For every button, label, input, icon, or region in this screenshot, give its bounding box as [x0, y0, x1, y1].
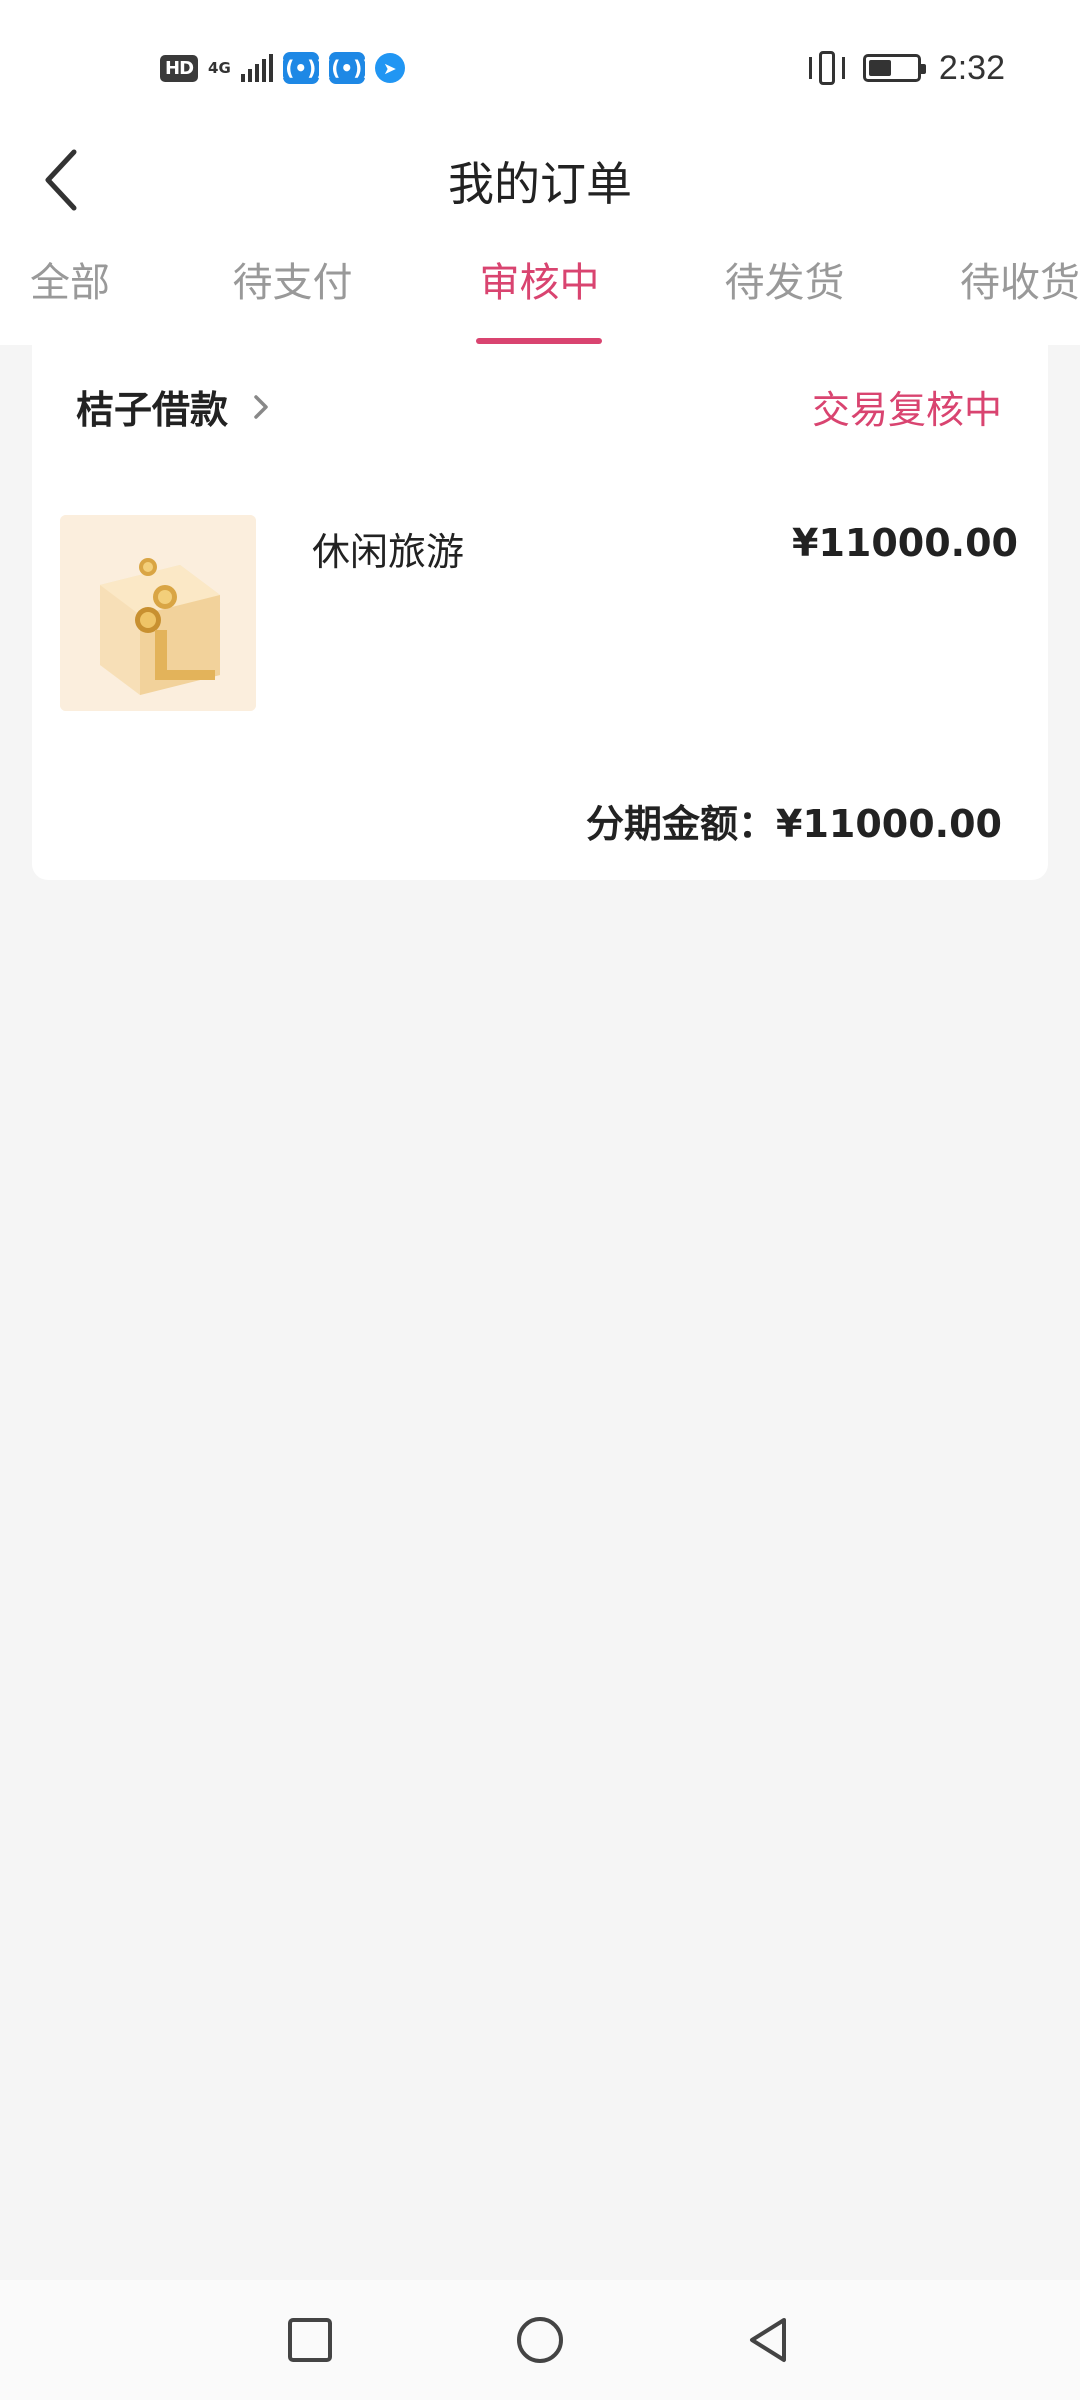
- wifi-calling-icon: ((•)): [322, 52, 371, 84]
- battery-icon: [862, 54, 926, 82]
- browser-icon: ➤: [374, 53, 405, 83]
- home-icon[interactable]: [510, 2310, 570, 2370]
- tab-pending-payment[interactable]: 待支付: [200, 250, 385, 330]
- signal-icon: [240, 54, 273, 82]
- system-nav-bar: [0, 2280, 1080, 2400]
- installment-label: 分期金额：: [586, 802, 777, 846]
- page-title: 我的订单: [448, 157, 632, 211]
- tab-under-review[interactable]: 审核中: [447, 250, 632, 330]
- order-status: 交易复核中: [811, 388, 1002, 432]
- shop-link[interactable]: 桔子借款: [76, 379, 276, 434]
- product-image: [60, 515, 256, 711]
- tab-all[interactable]: 全部: [0, 250, 140, 330]
- order-tabs: 全部 待支付 审核中 待发货 待收货: [0, 230, 1080, 345]
- installment-amount: ¥11000.00: [776, 802, 1002, 846]
- status-icons-right: 2:32: [808, 48, 1005, 88]
- back-icon[interactable]: [740, 2310, 800, 2370]
- status-time: 2:32: [938, 48, 1005, 87]
- wifi-calling-icon: ((•)): [276, 52, 325, 84]
- tab-pending-receipt[interactable]: 待收货: [960, 250, 1080, 330]
- chevron-right-icon: [254, 394, 268, 419]
- recent-apps-icon[interactable]: [280, 2310, 340, 2370]
- installment-total: 分期金额： ¥11000.00: [586, 793, 1002, 848]
- status-icons-left: HD 4G ((•)) ((•)) ➤: [160, 48, 405, 88]
- tab-pending-shipment[interactable]: 待发货: [692, 250, 877, 330]
- product-price: ¥11000.00: [792, 521, 1018, 565]
- hd-badge: HD: [160, 54, 199, 82]
- active-tab-indicator: [476, 338, 602, 344]
- product-name: 休闲旅游: [312, 530, 465, 574]
- network-type-badge: 4G: [208, 59, 231, 77]
- gold-coins-box-icon: [60, 515, 256, 711]
- vibrate-icon: [808, 51, 845, 85]
- status-bar: HD 4G ((•)) ((•)) ➤ 2:32: [0, 0, 1080, 130]
- nav-bar: 我的订单: [0, 130, 1080, 230]
- shop-name: 桔子借款: [76, 388, 229, 432]
- order-card[interactable]: 桔子借款 交易复核中 休闲旅游 ¥11000.00 分期金额： ¥11000.0…: [32, 345, 1048, 880]
